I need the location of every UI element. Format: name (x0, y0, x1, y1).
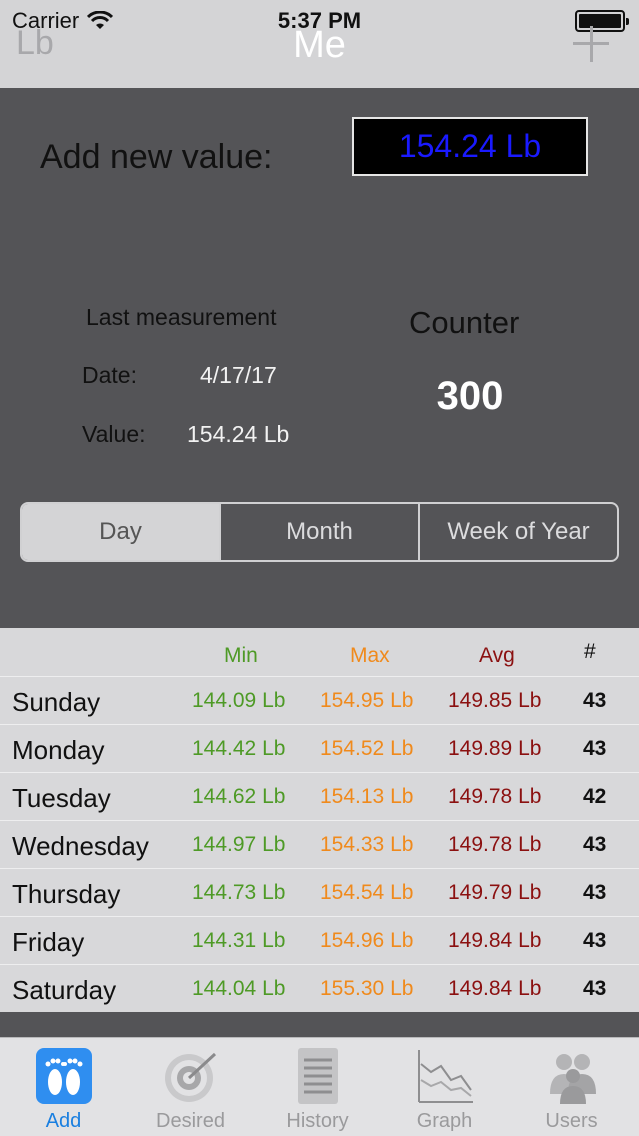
row-day: Wednesday (12, 831, 149, 861)
row-max: 155.30 Lb (320, 977, 414, 1000)
row-count: 43 (583, 737, 607, 760)
last-measurement-title: Last measurement (86, 304, 277, 330)
segment-month[interactable]: Month (219, 504, 418, 560)
row-max: 154.33 Lb (320, 833, 414, 856)
counter-value: 300 (436, 374, 504, 418)
table-row[interactable]: Wednesday 144.97 Lb 154.33 Lb 149.78 Lb … (0, 820, 639, 868)
value-label: Value: (82, 421, 146, 447)
row-max: 154.54 Lb (320, 881, 414, 904)
row-min: 144.62 Lb (192, 785, 286, 808)
target-icon (165, 1052, 217, 1102)
page-title: Me (293, 24, 346, 66)
value-value: 154.24 Lb (187, 421, 290, 447)
tab-label: History (286, 1110, 349, 1132)
row-avg: 149.78 Lb (448, 785, 542, 808)
tab-label: Users (545, 1110, 598, 1132)
row-avg: 149.84 Lb (448, 929, 542, 952)
value-input[interactable]: 154.24 Lb (352, 117, 588, 176)
tab-label: Desired (156, 1110, 225, 1132)
add-value-label: Add new value: (40, 138, 273, 176)
row-max: 154.52 Lb (320, 737, 414, 760)
row-min: 144.31 Lb (192, 929, 286, 952)
tab-add[interactable]: Add (0, 1038, 127, 1136)
row-min: 144.73 Lb (192, 881, 286, 904)
row-max: 154.96 Lb (320, 929, 414, 952)
row-min: 144.09 Lb (192, 689, 286, 712)
header-min: Min (224, 644, 258, 667)
row-avg: 149.79 Lb (448, 881, 542, 904)
table-row[interactable]: Saturday 144.04 Lb 155.30 Lb 149.84 Lb 4… (0, 964, 639, 1012)
period-segmented-control: Day Month Week of Year (20, 502, 619, 562)
tab-graph[interactable]: Graph (381, 1038, 508, 1136)
row-min: 144.42 Lb (192, 737, 286, 760)
stats-table: Min Max Avg # Sunday 144.09 Lb 154.95 Lb… (0, 628, 639, 1012)
segment-day[interactable]: Day (22, 504, 219, 560)
header-avg: Avg (479, 644, 515, 667)
tab-label: Add (45, 1110, 82, 1132)
row-day: Friday (12, 927, 85, 957)
row-max: 154.95 Lb (320, 689, 414, 712)
table-row[interactable]: Monday 144.42 Lb 154.52 Lb 149.89 Lb 43 (0, 724, 639, 772)
row-avg: 149.89 Lb (448, 737, 542, 760)
graph-icon (418, 1050, 473, 1103)
row-count: 43 (583, 881, 607, 904)
tab-bar: Add Desired History Graph Users (0, 1037, 639, 1136)
footprints-icon (36, 1048, 92, 1104)
row-count: 43 (583, 833, 607, 856)
list-icon (298, 1048, 338, 1104)
row-day: Monday (12, 735, 105, 765)
tab-history[interactable]: History (254, 1038, 381, 1136)
header-max: Max (350, 644, 390, 667)
row-count: 43 (583, 689, 607, 712)
users-icon (550, 1054, 596, 1104)
row-min: 144.97 Lb (192, 833, 286, 856)
table-row[interactable]: Friday 144.31 Lb 154.96 Lb 149.84 Lb 43 (0, 916, 639, 964)
row-count: 43 (583, 977, 607, 1000)
counter-title: Counter (409, 305, 520, 340)
row-avg: 149.85 Lb (448, 689, 542, 712)
row-count: 42 (583, 785, 607, 808)
row-day: Tuesday (12, 783, 111, 813)
row-day: Saturday (12, 975, 117, 1005)
row-min: 144.04 Lb (192, 977, 286, 1000)
add-plus-icon[interactable] (573, 26, 609, 62)
table-header: Min Max Avg # (0, 628, 639, 676)
table-row[interactable]: Tuesday 144.62 Lb 154.13 Lb 149.78 Lb 42 (0, 772, 639, 820)
row-day: Sunday (12, 687, 101, 717)
header-count: # (584, 640, 596, 663)
table-row[interactable]: Thursday 144.73 Lb 154.54 Lb 149.79 Lb 4… (0, 868, 639, 916)
row-avg: 149.78 Lb (448, 833, 542, 856)
row-day: Thursday (12, 879, 121, 909)
segment-week-of-year[interactable]: Week of Year (418, 504, 617, 560)
nav-bar: Carrier 5:37 PM Lb Me (0, 0, 639, 88)
row-count: 43 (583, 929, 607, 952)
tab-desired[interactable]: Desired (127, 1038, 254, 1136)
tab-users[interactable]: Users (508, 1038, 635, 1136)
table-row[interactable]: Sunday 144.09 Lb 154.95 Lb 149.85 Lb 43 (0, 676, 639, 724)
row-avg: 149.84 Lb (448, 977, 542, 1000)
row-max: 154.13 Lb (320, 785, 414, 808)
tab-label: Graph (416, 1110, 473, 1132)
